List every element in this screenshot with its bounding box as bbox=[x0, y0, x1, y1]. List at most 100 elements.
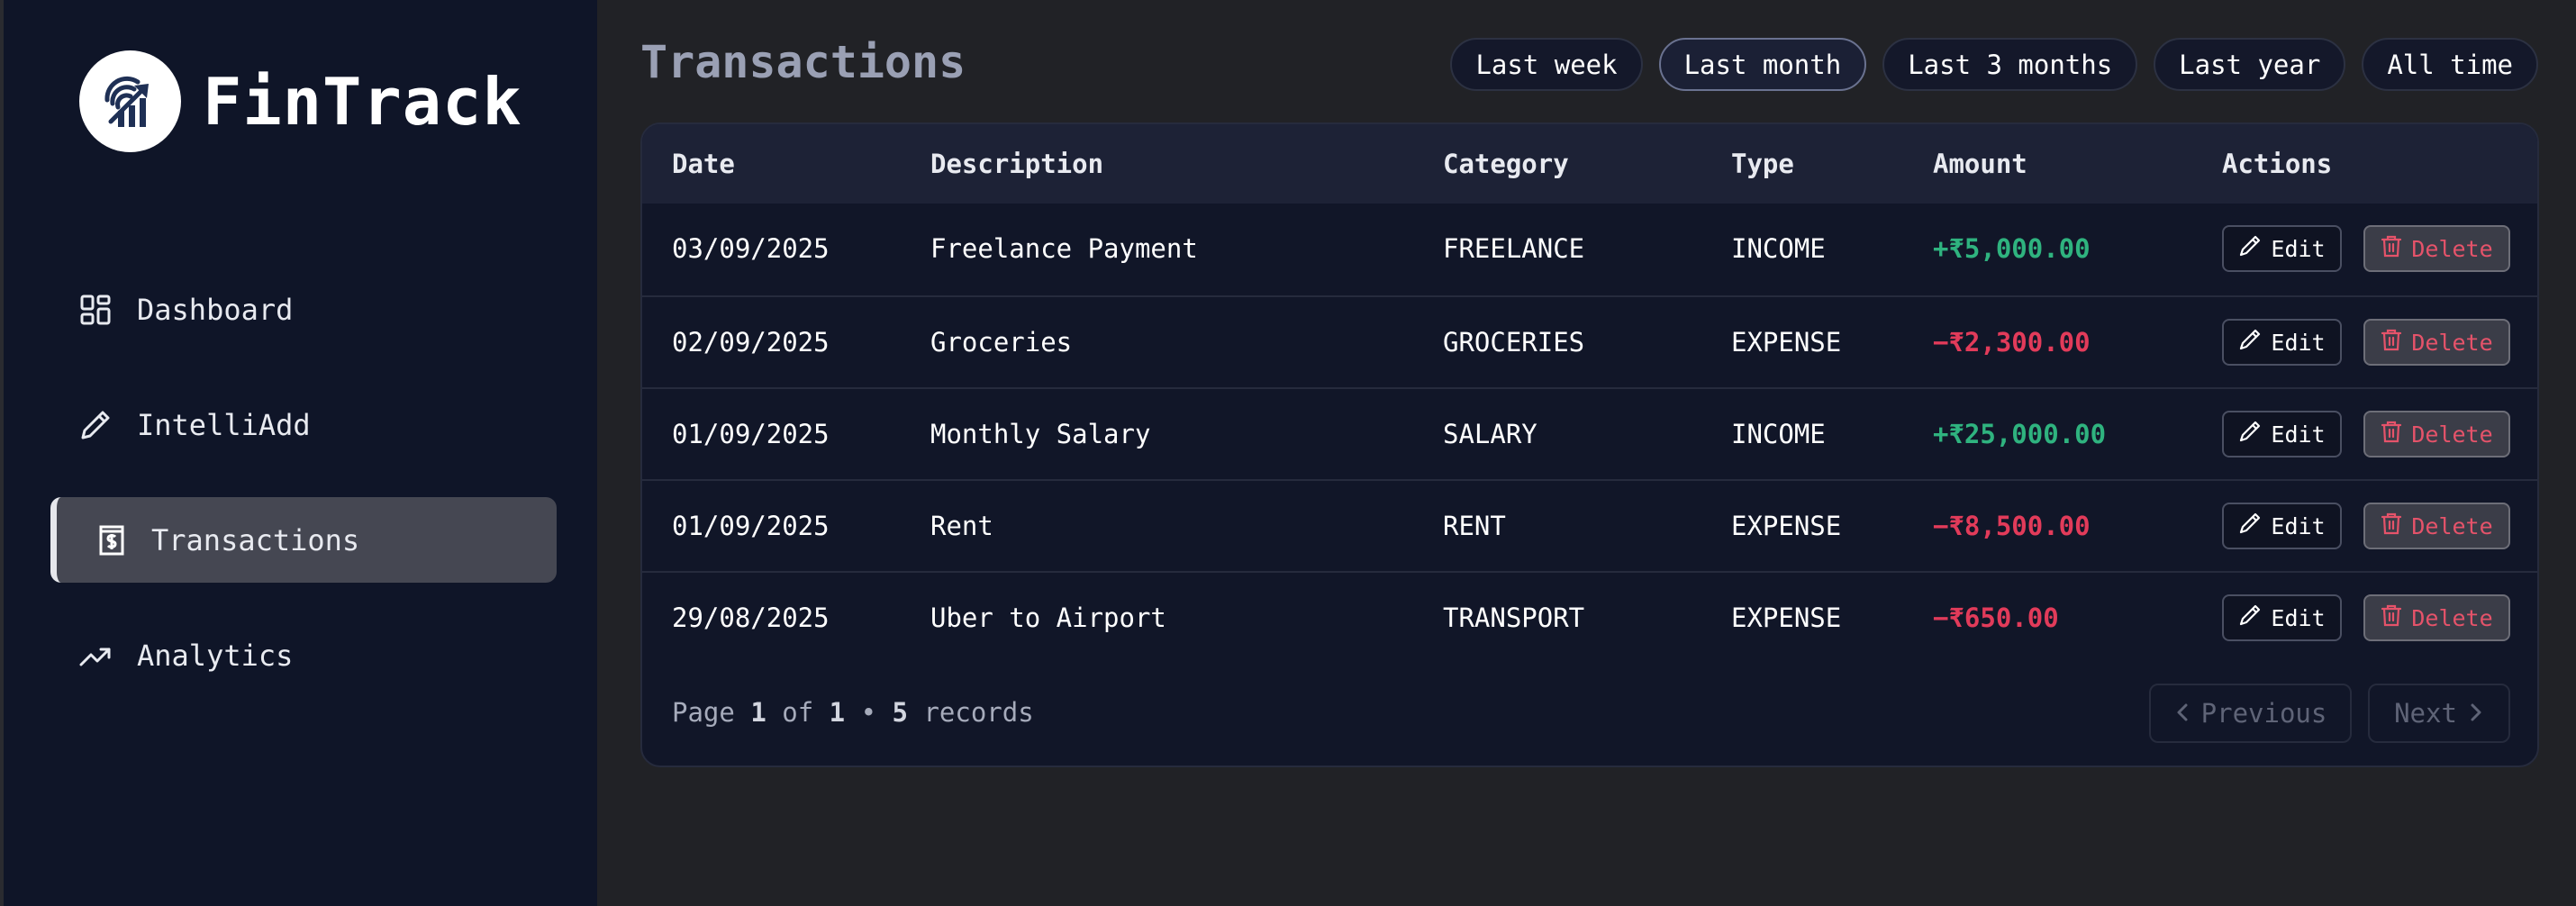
chevron-right-icon bbox=[2468, 698, 2484, 729]
current-page: 1 bbox=[750, 697, 766, 728]
delete-button[interactable]: Delete bbox=[2363, 411, 2510, 458]
cell-date: 01/09/2025 bbox=[672, 511, 830, 541]
filter-all-time[interactable]: All time bbox=[2362, 38, 2538, 91]
cell-category: RENT bbox=[1443, 511, 1506, 541]
filter-last-week[interactable]: Last week bbox=[1450, 38, 1643, 91]
date-range-filters: Last week Last month Last 3 months Last … bbox=[1450, 38, 2538, 91]
chevron-left-icon bbox=[2174, 698, 2191, 729]
trend-up-icon bbox=[77, 638, 113, 674]
delete-button[interactable]: Delete bbox=[2363, 594, 2510, 641]
brand[interactable]: FinTrack bbox=[79, 50, 522, 152]
column-header-category: Category bbox=[1443, 149, 1569, 179]
filter-last-year[interactable]: Last year bbox=[2154, 38, 2346, 91]
cell-description: Groceries bbox=[930, 327, 1073, 358]
delete-button[interactable]: Delete bbox=[2363, 225, 2510, 272]
cell-amount: +₹25,000.00 bbox=[1933, 419, 2107, 449]
cell-date: 29/08/2025 bbox=[672, 602, 830, 633]
filter-last-month[interactable]: Last month bbox=[1658, 38, 1867, 91]
transactions-table: Date Description Category Type Amount Ac… bbox=[640, 122, 2539, 767]
sidebar-item-intelliadd[interactable]: IntelliAdd bbox=[50, 382, 557, 467]
cell-amount: +₹5,000.00 bbox=[1933, 233, 2091, 264]
cell-category: FREELANCE bbox=[1443, 233, 1585, 264]
dashboard-grid-icon bbox=[77, 292, 113, 328]
column-header-actions: Actions bbox=[2222, 149, 2333, 179]
sidebar-item-transactions[interactable]: Transactions bbox=[50, 497, 557, 583]
cell-category: SALARY bbox=[1443, 419, 1537, 449]
table-row: 29/08/2025 Uber to Airport TRANSPORT EXPENS… bbox=[642, 571, 2537, 663]
sidebar-item-label: Analytics bbox=[137, 638, 294, 673]
delete-button[interactable]: Delete bbox=[2363, 503, 2510, 549]
cell-category: TRANSPORT bbox=[1443, 602, 1585, 633]
pencil-icon bbox=[2238, 234, 2262, 263]
edit-label: Edit bbox=[2271, 421, 2326, 448]
table-row: 01/09/2025 Monthly Salary SALARY INCOME +₹25… bbox=[642, 387, 2537, 479]
pencil-icon bbox=[2238, 603, 2262, 632]
cell-type: EXPENSE bbox=[1731, 327, 1842, 358]
cell-amount: −₹650.00 bbox=[1933, 602, 2059, 633]
edit-button[interactable]: Edit bbox=[2222, 225, 2342, 272]
column-header-amount: Amount bbox=[1933, 149, 2027, 179]
cell-amount: −₹2,300.00 bbox=[1933, 327, 2091, 358]
edit-label: Edit bbox=[2271, 604, 2326, 631]
edit-button[interactable]: Edit bbox=[2222, 319, 2342, 366]
column-header-date: Date bbox=[672, 149, 735, 179]
delete-button[interactable]: Delete bbox=[2363, 319, 2510, 366]
separator: • bbox=[860, 697, 877, 728]
record-count: 5 bbox=[892, 697, 908, 728]
page-title: Transactions bbox=[640, 36, 966, 88]
finance-graph-icon bbox=[79, 50, 181, 152]
cell-type: EXPENSE bbox=[1731, 511, 1842, 541]
cell-date: 02/09/2025 bbox=[672, 327, 830, 358]
sidebar-item-label: Dashboard bbox=[137, 292, 294, 327]
cell-description: Monthly Salary bbox=[930, 419, 1151, 449]
edit-button[interactable]: Edit bbox=[2222, 411, 2342, 458]
total-pages: 1 bbox=[829, 697, 846, 728]
sidebar-item-dashboard[interactable]: Dashboard bbox=[50, 267, 557, 352]
delete-label: Delete bbox=[2411, 421, 2493, 448]
pagination-info: Page 1 of 1 • 5 records bbox=[672, 697, 1034, 728]
edit-label: Edit bbox=[2271, 329, 2326, 356]
delete-label: Delete bbox=[2411, 604, 2493, 631]
trash-icon bbox=[2381, 420, 2402, 448]
edit-label: Edit bbox=[2271, 512, 2326, 539]
cell-type: INCOME bbox=[1731, 419, 1826, 449]
delete-label: Delete bbox=[2411, 512, 2493, 539]
edit-button[interactable]: Edit bbox=[2222, 594, 2342, 641]
edit-button[interactable]: Edit bbox=[2222, 503, 2342, 549]
column-header-description: Description bbox=[930, 149, 1104, 179]
table-row: 01/09/2025 Rent RENT EXPENSE −₹8,500.00 Edit D… bbox=[642, 479, 2537, 571]
cell-description: Uber to Airport bbox=[930, 602, 1166, 633]
previous-page-button[interactable]: Previous bbox=[2149, 684, 2352, 743]
cell-type: INCOME bbox=[1731, 233, 1826, 264]
cell-category: GROCERIES bbox=[1443, 327, 1585, 358]
trash-icon bbox=[2381, 234, 2402, 263]
cell-type: EXPENSE bbox=[1731, 602, 1842, 633]
filter-last-3-months[interactable]: Last 3 months bbox=[1882, 38, 2138, 91]
of-word: of bbox=[782, 697, 814, 728]
cell-date: 03/09/2025 bbox=[672, 233, 830, 264]
table-header: Date Description Category Type Amount Ac… bbox=[642, 124, 2537, 204]
trash-icon bbox=[2381, 328, 2402, 357]
cell-description: Rent bbox=[930, 511, 993, 541]
cell-description: Freelance Payment bbox=[930, 233, 1198, 264]
cell-date: 01/09/2025 bbox=[672, 419, 830, 449]
delete-label: Delete bbox=[2411, 235, 2493, 262]
pencil-icon bbox=[2238, 328, 2262, 357]
next-page-button[interactable]: Next bbox=[2368, 684, 2510, 743]
table-row: 02/09/2025 Groceries GROCERIES EXPENSE −₹2,3… bbox=[642, 295, 2537, 387]
receipt-dollar-icon bbox=[94, 522, 130, 558]
trash-icon bbox=[2381, 603, 2402, 632]
delete-label: Delete bbox=[2411, 329, 2493, 356]
cell-amount: −₹8,500.00 bbox=[1933, 511, 2091, 541]
records-word: records bbox=[923, 697, 1034, 728]
page-word: Page bbox=[672, 697, 735, 728]
sidebar-item-label: IntelliAdd bbox=[137, 407, 311, 442]
brand-name: FinTrack bbox=[203, 63, 522, 140]
pencil-icon bbox=[2238, 512, 2262, 540]
edit-label: Edit bbox=[2271, 235, 2326, 262]
next-label: Next bbox=[2394, 698, 2457, 729]
trash-icon bbox=[2381, 512, 2402, 540]
table-row: 03/09/2025 Freelance Payment FREELANCE INCO… bbox=[642, 204, 2537, 295]
sidebar-item-analytics[interactable]: Analytics bbox=[50, 612, 557, 698]
previous-label: Previous bbox=[2200, 698, 2327, 729]
